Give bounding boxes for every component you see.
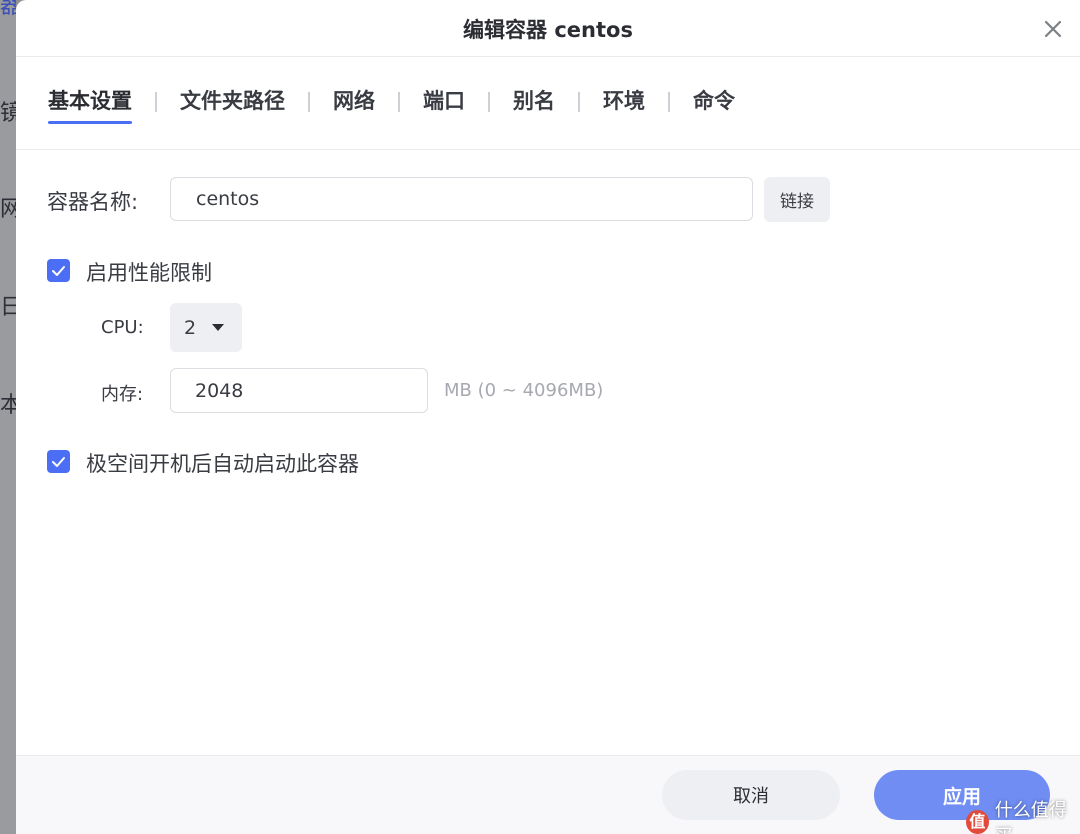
edit-container-dialog: 编辑容器 centos 基本设置 文件夹路径 网络 端口 别名 环境 命令 容器… — [16, 0, 1080, 834]
tab-ports[interactable]: 端口 — [423, 84, 465, 124]
cpu-select-value: 2 — [184, 316, 197, 339]
background-page: 器 镜 网 日 本 — [0, 0, 16, 834]
memory-value: 2048 — [195, 379, 244, 402]
tab-environment[interactable]: 环境 — [603, 84, 645, 124]
tab-folder-paths[interactable]: 文件夹路径 — [180, 84, 285, 124]
tab-network[interactable]: 网络 — [333, 84, 375, 124]
container-name-label: 容器名称: — [47, 190, 139, 214]
tab-divider — [668, 92, 670, 112]
background-text: 镜 — [0, 101, 16, 126]
background-text: 日 — [0, 295, 16, 320]
perf-limit-label: 启用性能限制 — [86, 261, 212, 285]
close-icon[interactable] — [1042, 18, 1064, 40]
tab-basic-settings[interactable]: 基本设置 — [48, 84, 132, 124]
tab-divider — [398, 92, 400, 112]
check-icon — [52, 265, 65, 276]
tab-divider — [155, 92, 157, 112]
background-text: 本 — [0, 393, 16, 418]
cancel-button[interactable]: 取消 — [662, 770, 840, 820]
tab-divider — [488, 92, 490, 112]
tab-divider — [578, 92, 580, 112]
tab-divider — [308, 92, 310, 112]
dialog-header: 编辑容器 centos — [16, 0, 1080, 57]
autostart-label: 极空间开机后自动启动此容器 — [86, 452, 359, 476]
background-text: 器 — [0, 0, 16, 19]
tabs-divider — [16, 149, 1080, 150]
memory-label: 内存: — [101, 384, 144, 405]
dialog-title: 编辑容器 centos — [463, 18, 633, 42]
watermark: 值 什么值得买 — [966, 796, 1080, 834]
chevron-down-icon — [212, 323, 225, 331]
cpu-label: CPU: — [101, 317, 144, 338]
watermark-text: 什么值得买 — [994, 800, 1067, 834]
memory-hint: MB (0 ~ 4096MB) — [444, 380, 604, 401]
autostart-checkbox[interactable] — [47, 450, 70, 473]
background-text: 网 — [0, 197, 16, 222]
tab-bar: 基本设置 文件夹路径 网络 端口 别名 环境 命令 — [48, 84, 735, 128]
link-button[interactable]: 链接 — [764, 177, 830, 222]
memory-input[interactable]: 2048 — [170, 368, 428, 413]
perf-limit-checkbox[interactable] — [47, 259, 70, 282]
container-name-value: centos — [196, 188, 260, 210]
watermark-logo: 值 — [966, 810, 989, 834]
container-name-input[interactable]: centos — [170, 177, 753, 221]
cpu-select[interactable]: 2 — [170, 303, 242, 352]
tab-aliases[interactable]: 别名 — [513, 84, 555, 124]
tab-command[interactable]: 命令 — [693, 84, 735, 124]
check-icon — [52, 456, 65, 467]
